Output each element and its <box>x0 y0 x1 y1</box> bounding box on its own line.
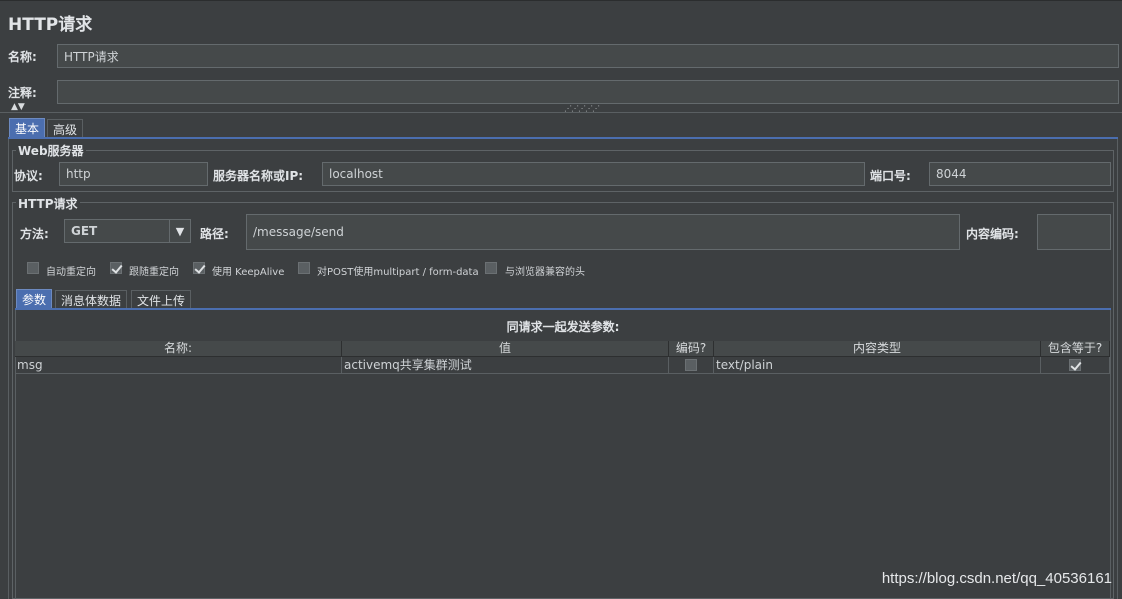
auto-redirect-label: 自动重定向 <box>46 267 96 278</box>
path-field[interactable]: /message/send <box>246 214 960 250</box>
path-label: 路径: <box>200 227 229 241</box>
multipart-label: 对POST使用multipart / form-data <box>317 267 479 278</box>
name-field[interactable]: HTTP请求 <box>57 44 1119 68</box>
http-request-title: HTTP请求 <box>16 195 80 212</box>
page-title: HTTP请求 <box>8 15 93 35</box>
keepalive-checkbox[interactable] <box>193 262 205 274</box>
table-cell-include-equals[interactable] <box>1041 357 1110 374</box>
table-cell-content-type[interactable]: text/plain <box>714 357 1041 374</box>
follow-redirect-label: 跟随重定向 <box>129 267 179 278</box>
collapse-arrows-icon[interactable]: ▲▼ <box>11 103 25 112</box>
tab-basic[interactable]: 基本 <box>9 118 46 138</box>
tab-file-upload[interactable]: 文件上传 <box>131 290 192 309</box>
watermark: https://blog.csdn.net/qq_40536161 <box>881 570 1112 587</box>
encoding-label: 内容编码: <box>966 227 1019 241</box>
encode-checkbox[interactable] <box>685 359 697 371</box>
table-cell-name[interactable]: msg <box>15 357 342 374</box>
tab-advanced[interactable]: 高级 <box>47 119 84 138</box>
browser-headers-label: 与浏览器兼容的头 <box>505 267 585 278</box>
column-header-value[interactable]: 值 <box>342 341 669 357</box>
column-header-name[interactable]: 名称: <box>15 341 342 357</box>
params-caption: 同请求一起发送参数: <box>506 320 620 334</box>
table-cell-encode[interactable] <box>669 357 714 374</box>
method-select[interactable]: GET ▼ <box>64 219 191 243</box>
method-label: 方法: <box>20 227 49 241</box>
tab-body-data[interactable]: 消息体数据 <box>55 290 128 309</box>
splitter[interactable] <box>0 112 1122 113</box>
browser-headers-checkbox[interactable] <box>485 262 497 274</box>
column-header-encode[interactable]: 编码? <box>669 341 714 357</box>
multipart-checkbox[interactable] <box>298 262 310 274</box>
tab-parameters[interactable]: 参数 <box>16 289 53 309</box>
server-label: 服务器名称或IP: <box>213 169 304 183</box>
keepalive-label: 使用 KeepAlive <box>212 267 285 278</box>
top-border <box>0 0 1122 1</box>
auto-redirect-checkbox[interactable] <box>27 262 39 274</box>
port-label: 端口号: <box>870 169 911 183</box>
web-server-title: Web服务器 <box>16 142 86 159</box>
comment-field[interactable] <box>57 80 1119 104</box>
column-header-include-equals[interactable]: 包含等于? <box>1041 341 1110 357</box>
server-field[interactable]: localhost <box>322 162 865 186</box>
method-value: GET <box>71 224 98 238</box>
encoding-field[interactable] <box>1037 214 1111 250</box>
column-header-content-type[interactable]: 内容类型 <box>714 341 1041 357</box>
comment-label: 注释: <box>8 86 37 100</box>
follow-redirect-checkbox[interactable] <box>110 262 122 274</box>
protocol-label: 协议: <box>14 169 43 183</box>
table-cell-value[interactable]: activemq共享集群测试 <box>342 357 669 374</box>
port-field[interactable]: 8044 <box>929 162 1111 186</box>
dropdown-arrow-icon[interactable]: ▼ <box>169 220 190 242</box>
name-label: 名称: <box>8 50 37 64</box>
protocol-field[interactable]: http <box>59 162 208 186</box>
include-equals-checkbox[interactable] <box>1069 359 1081 371</box>
